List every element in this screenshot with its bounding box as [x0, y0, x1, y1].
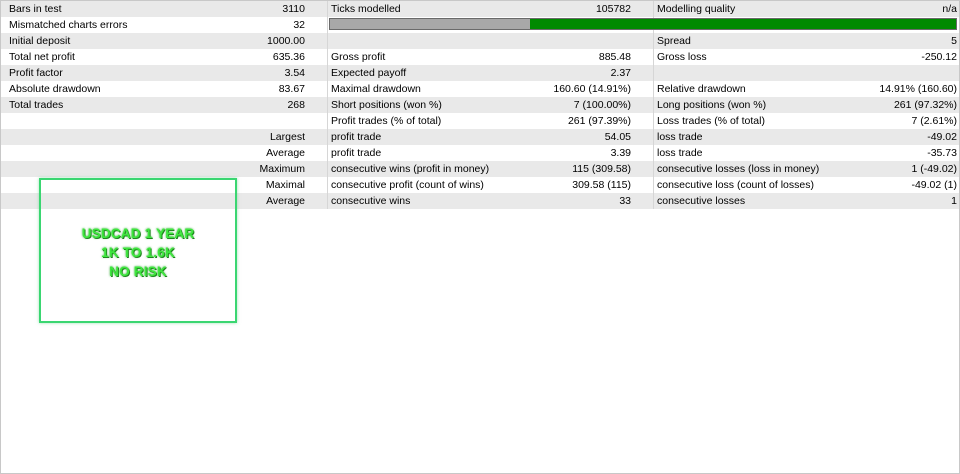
- col-1-value: 83.67: [278, 83, 305, 95]
- col-1-value: 1000.00: [267, 35, 305, 47]
- report-row: Profit factor 3.54 Expected payoff 2.37: [1, 65, 959, 81]
- col-1-value: 635.36: [272, 51, 305, 63]
- col-1-value: 3110: [282, 3, 305, 15]
- col-2-value: 33: [619, 195, 631, 207]
- col-1-label: Total trades: [9, 99, 64, 111]
- col-2-value: 105782: [595, 3, 631, 15]
- col-2-value: 885.48: [598, 51, 631, 63]
- modelling-quality-bar: [329, 18, 957, 30]
- annotation-line-1: USDCAD 1 YEAR: [81, 226, 195, 241]
- col-1-label: Absolute drawdown: [9, 83, 101, 95]
- col-1-label: Initial deposit: [9, 35, 71, 47]
- col-1-label: Bars in test: [9, 3, 62, 15]
- report-row: Total trades 268 Short positions (won %) 7 …: [1, 97, 959, 113]
- column-separator: [653, 1, 654, 209]
- col-2-value: 160.60 (14.91%): [553, 83, 631, 95]
- col-2-value: 7 (100.00%): [573, 99, 631, 111]
- col-1-label: [9, 161, 209, 177]
- col-3-value: 261 (97.32%): [893, 99, 957, 111]
- annotation-line-3: NO RISK: [109, 264, 167, 279]
- col-3-value: 1: [951, 195, 957, 207]
- report-row: Average profit trade 3.39 loss trade -35.73: [1, 145, 959, 161]
- col-1-value: [231, 145, 305, 161]
- col-1-value: [231, 113, 305, 129]
- col-1-label: Profit factor: [9, 67, 63, 79]
- report-row: Initial deposit 1000.00 Spread 5: [1, 33, 959, 49]
- report-row: Bars in test 3110 Ticks modelled 105782 Mode…: [1, 1, 959, 17]
- col-1-label: Mismatched charts errors: [9, 19, 128, 31]
- col-2-value: 2.37: [610, 67, 631, 79]
- report-row: Profit trades (% of total) 261 (97.39%) Lo…: [1, 113, 959, 129]
- col-1-label: [9, 129, 209, 145]
- col-1-label: [9, 113, 209, 129]
- quality-bar-grey-segment: [330, 19, 531, 29]
- col-3-value: 14.91% (160.60): [879, 83, 957, 95]
- col-1-value: [231, 193, 305, 209]
- col-3-value: -35.73: [927, 147, 957, 159]
- col-3-value: [801, 65, 957, 81]
- column-separator: [327, 1, 328, 209]
- col-3-value: 7 (2.61%): [911, 115, 957, 127]
- col-2-value: 115 (309.58): [572, 163, 631, 175]
- col-2-value: 261 (97.39%): [567, 115, 631, 127]
- col-3-value: 5: [951, 35, 957, 47]
- col-3-value: -250.12: [921, 51, 957, 63]
- report-row: Largest profit trade 54.05 loss trade -49.02: [1, 129, 959, 145]
- report-row: Maximum consecutive wins (profit in money…: [1, 161, 959, 177]
- col-1-value: [231, 161, 305, 177]
- col-2-value: 54.05: [604, 131, 631, 143]
- quality-bar-green-segment: [530, 19, 956, 29]
- col-2-value: [471, 33, 631, 49]
- col-3-value: 1 (-49.02): [911, 163, 957, 175]
- col-2-value: 3.39: [610, 147, 631, 159]
- col-3-value: -49.02 (1): [911, 179, 957, 191]
- annotation-line-2: 1K TO 1.6K: [101, 245, 175, 260]
- col-1-value: [231, 129, 305, 145]
- col-3-value: n/a: [942, 3, 957, 15]
- annotation-box: USDCAD 1 YEAR 1K TO 1.6K NO RISK: [39, 178, 237, 323]
- col-1-value: [231, 177, 305, 193]
- col-1-label: Total net profit: [9, 51, 75, 63]
- col-1-value: 268: [287, 99, 305, 111]
- col-1-value: 32: [293, 19, 305, 31]
- col-2-value: 309.58 (115): [572, 179, 631, 191]
- col-3-value: -49.02: [927, 131, 957, 143]
- col-1-value: 3.54: [284, 67, 305, 79]
- col-1-label: [9, 145, 209, 161]
- report-row: Total net profit 635.36 Gross profit 885.48…: [1, 49, 959, 65]
- report-row: Absolute drawdown 83.67 Maximal drawdown 16…: [1, 81, 959, 97]
